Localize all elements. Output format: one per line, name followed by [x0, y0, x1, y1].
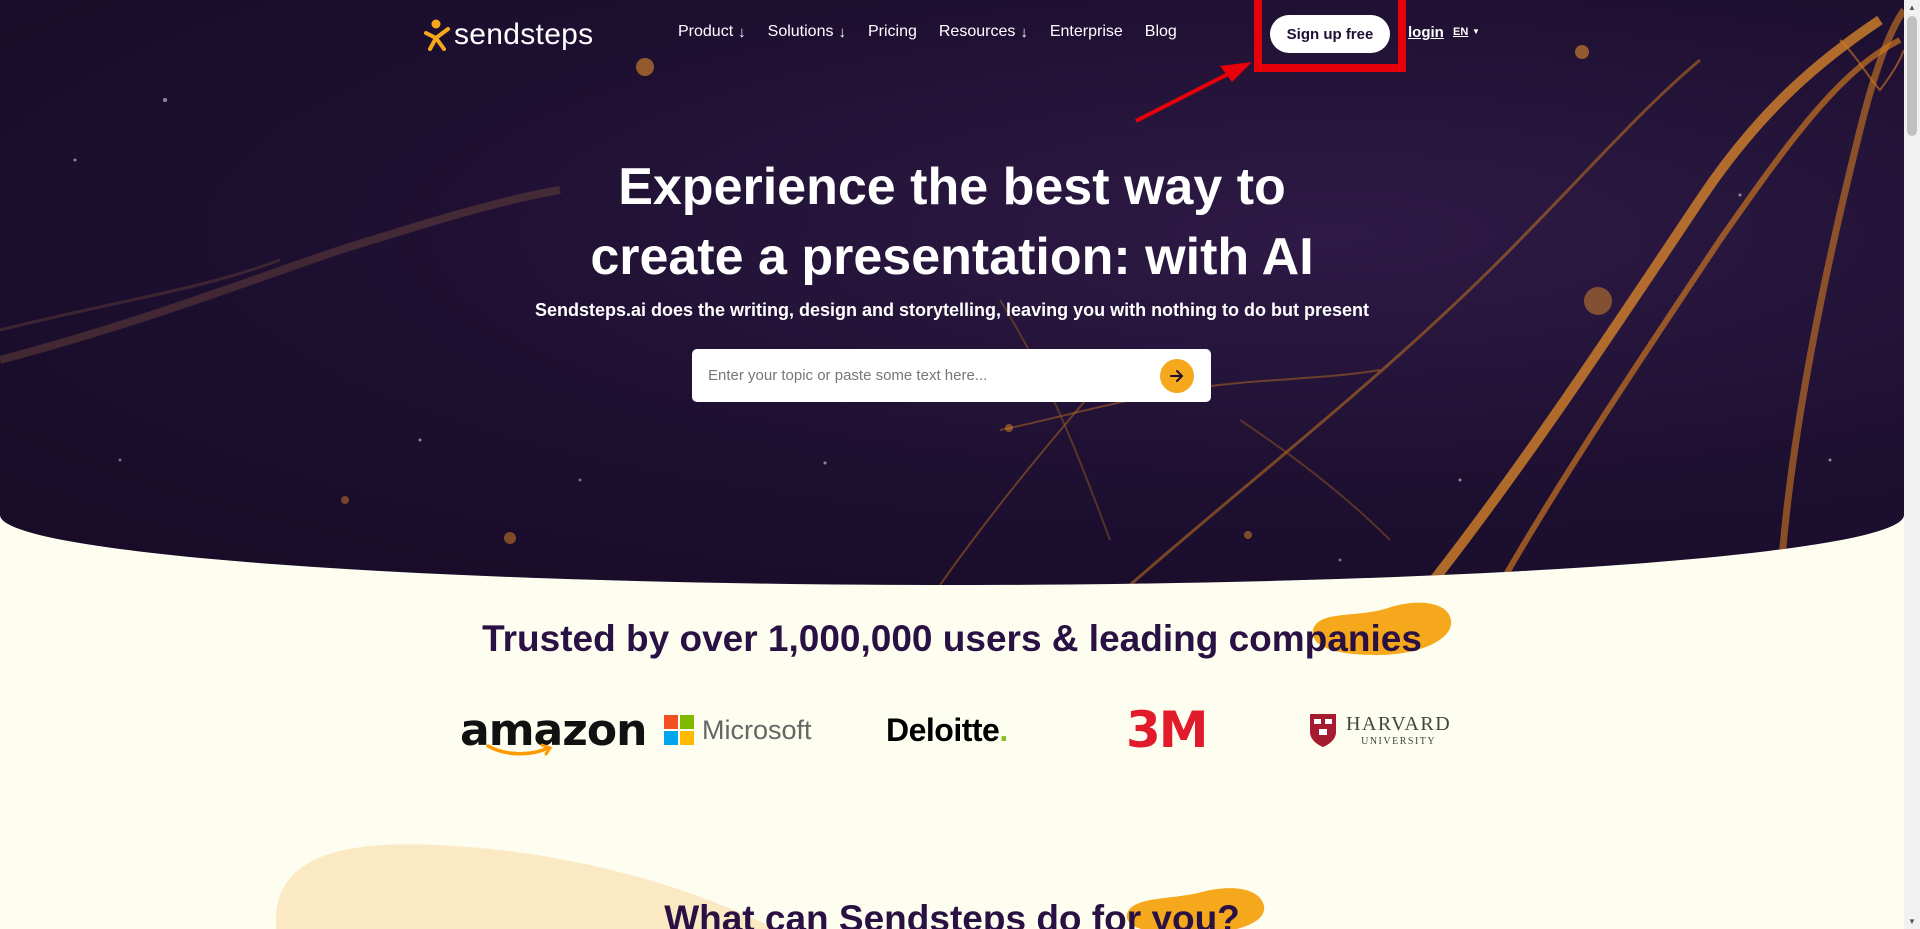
arrow-down-icon: ↓: [738, 23, 746, 41]
scroll-thumb[interactable]: [1907, 16, 1917, 136]
brand-name: sendsteps: [454, 18, 594, 51]
nav-item-solutions[interactable]: Solutions ↓: [768, 23, 846, 41]
hero-title: Experience the best way to create a pres…: [0, 152, 1904, 292]
hero-subtitle: Sendsteps.ai does the writing, design an…: [534, 300, 1370, 320]
nav-item-label: Enterprise: [1049, 23, 1123, 40]
harvard-text: HARVARD UNIVERSITY: [1346, 713, 1451, 747]
3m-logo: 3M: [1126, 700, 1209, 760]
nav-item-resources[interactable]: Resources ↓: [939, 23, 1028, 41]
nav-item-blog[interactable]: Blog: [1145, 23, 1177, 41]
harvard-university-text: UNIVERSITY: [1361, 736, 1437, 747]
page-scrollbar[interactable]: ▲ ▼: [1904, 0, 1920, 929]
language-selector[interactable]: EN: [1453, 26, 1468, 38]
arrow-down-icon: ↓: [838, 23, 846, 41]
microsoft-logo-text: Microsoft: [702, 714, 812, 745]
nav-links: Product ↓ Solutions ↓ Pricing Resources …: [678, 23, 1177, 41]
nav-item-pricing[interactable]: Pricing: [868, 23, 917, 41]
harvard-shield-icon: [1310, 714, 1336, 747]
nav-item-enterprise[interactable]: Enterprise: [1050, 23, 1123, 41]
nav-item-label: Solutions: [767, 23, 834, 40]
submit-topic-button[interactable]: [1160, 359, 1194, 393]
hero-title-line1: Experience the best way to: [618, 158, 1286, 216]
section2-heading: What can Sendsteps do for you?: [664, 898, 1240, 929]
company-logos: amazon Microsoft Deloitte. 3M HARVARD UN…: [0, 700, 1904, 760]
topic-input[interactable]: [708, 361, 1138, 389]
nav-item-product[interactable]: Product ↓: [678, 23, 746, 41]
deloitte-dot-icon: .: [999, 711, 1008, 748]
microsoft-logo: Microsoft: [664, 700, 812, 760]
signup-button[interactable]: Sign up free: [1270, 15, 1390, 53]
topic-input-box: [692, 349, 1211, 402]
nav-item-label: Pricing: [867, 23, 917, 40]
nav-item-label: Resources: [938, 23, 1016, 40]
harvard-logo: HARVARD UNIVERSITY: [1308, 700, 1451, 760]
trusted-heading: Trusted by over 1,000,000 users & leadin…: [482, 618, 1422, 659]
hero-section: [0, 0, 1904, 585]
arrow-down-icon: ↓: [1020, 23, 1028, 41]
sendsteps-logo-icon: [424, 19, 450, 51]
microsoft-grid-icon: [664, 715, 694, 745]
hero-background: [0, 7, 1904, 585]
deloitte-logo-text: Deloitte: [886, 711, 1000, 748]
login-link[interactable]: login: [1408, 24, 1444, 41]
hero-title-line2: create a presentation: with AI: [590, 228, 1314, 286]
scroll-down-icon[interactable]: ▼: [1908, 917, 1916, 926]
amazon-smile-icon: [486, 743, 553, 756]
sendsteps-logo[interactable]: sendsteps: [424, 18, 593, 52]
caret-down-icon: ▼: [1472, 27, 1480, 36]
scroll-up-icon[interactable]: ▲: [1908, 3, 1916, 12]
deloitte-logo: Deloitte.: [886, 700, 1008, 760]
arrow-right-icon: [1170, 370, 1183, 382]
nav-item-label: Blog: [1144, 23, 1177, 40]
3m-logo-text: 3M: [1126, 701, 1209, 759]
harvard-logo-text: HARVARD: [1346, 713, 1452, 735]
top-nav: sendsteps Product ↓ Solutions ↓ Pricing …: [0, 0, 1904, 72]
nav-item-label: Product: [678, 23, 734, 40]
